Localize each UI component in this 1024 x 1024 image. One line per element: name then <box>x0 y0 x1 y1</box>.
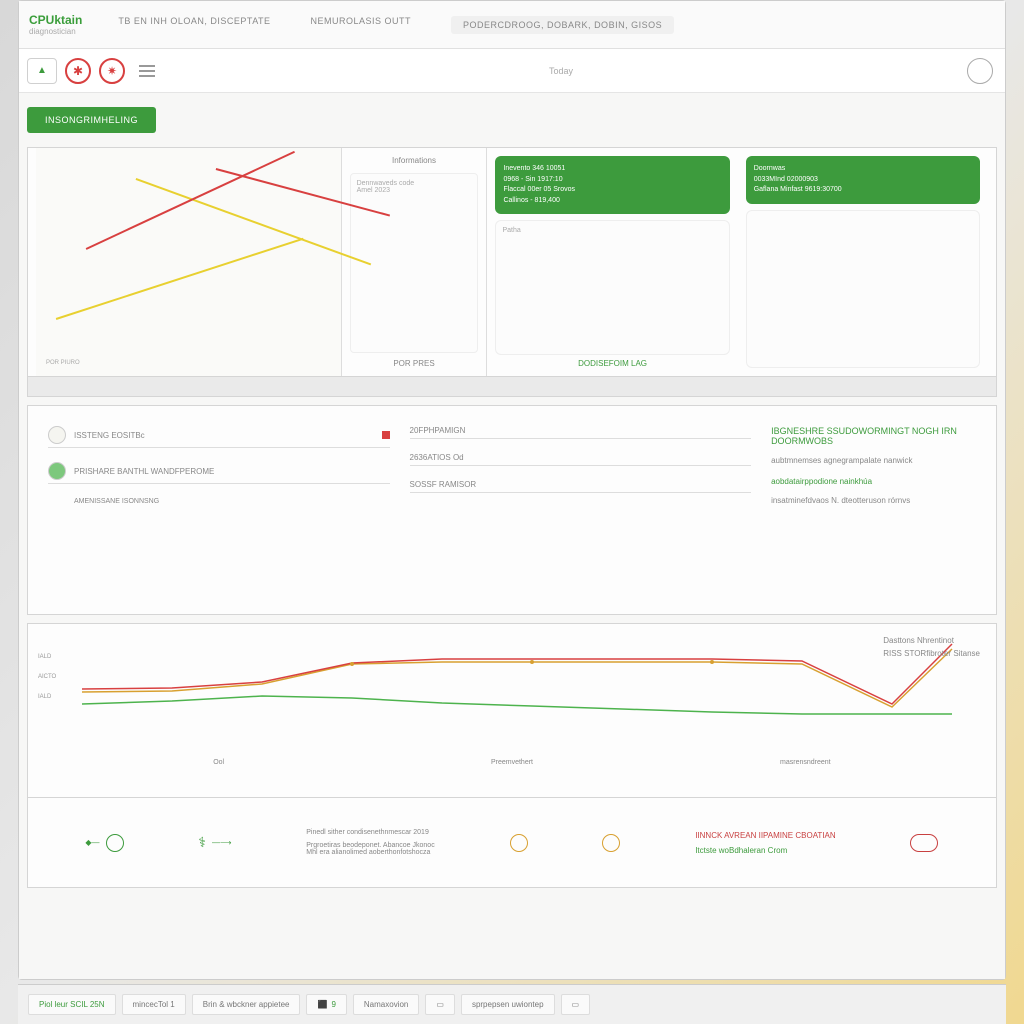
field-row-2: PRISHARE BANTHL WANDFPEROME <box>48 462 390 484</box>
toolbar: ▲ ✱ ✷ Today <box>19 49 1005 93</box>
content-area: INSONGRIMHELING POR PIURO Informations D… <box>19 93 1005 979</box>
chart-y-labels: IALD AICTO IALD <box>38 654 56 714</box>
field-icon-2 <box>48 462 66 480</box>
details-right-col: IBGNESHRE SSUDOWORMINGT NOGH IRN DOORMWO… <box>771 426 976 594</box>
profile-icon[interactable] <box>967 58 993 84</box>
metric-1-icon <box>106 834 124 852</box>
toolbar-home-button[interactable]: ▲ <box>27 58 57 84</box>
info-card-3: Doornwas 0033MInd 02000903 Gaflana Minfa… <box>738 148 988 376</box>
title-tab-1[interactable]: TB EN INH OLOAN, DISCEPTATE <box>118 16 270 34</box>
chart-svg <box>42 634 982 754</box>
menu-icon[interactable] <box>139 65 155 77</box>
details-left-col: ISSTENG EOSITBc PRISHARE BANTHL WANDFPER… <box>48 426 390 594</box>
field-icon-1 <box>48 426 66 444</box>
title-tab-3[interactable]: PODERCDROOG, DOBARK, DOBIN, GISOS <box>451 16 674 34</box>
taskbar-item-4[interactable]: ⬛ 9 <box>306 994 346 1015</box>
metric-icons-section: ◆— ⚕ —⟶ Pinedl sither condisenethnmescar… <box>27 798 997 888</box>
logo-block: CPUktain diagnostician <box>29 13 88 36</box>
overview-panels: POR PIURO Informations Dennwaveds code A… <box>27 147 997 377</box>
panel-footer-strip <box>27 377 997 397</box>
taskbar-item-2[interactable]: mincecTol 1 <box>122 994 186 1015</box>
cfield-3: SOSSF RAMISOR <box>410 480 752 493</box>
taskbar-item-8[interactable]: ▭ <box>561 994 591 1015</box>
status-dot-red <box>382 431 390 439</box>
app-subtitle: diagnostician <box>29 27 88 36</box>
map-route-red2 <box>86 151 295 250</box>
metric-text-block: Pinedl sither condisenethnmescar 2019 Pr… <box>306 829 434 856</box>
alert-icon[interactable]: ✱ <box>65 58 91 84</box>
info-card-2: Inevento 346 10051 0968 - Sin 1917:10 Fl… <box>487 148 737 376</box>
primary-action-button[interactable]: INSONGRIMHELING <box>27 107 156 133</box>
chart-section: Dasttons Nhrentinot RISS STORfibroter Si… <box>27 623 997 798</box>
card1-footer: POR PRES <box>350 359 479 368</box>
metric-1[interactable]: ◆— <box>85 834 123 852</box>
map-route-yellow <box>136 178 371 265</box>
card2-footer: DODISEFOIM LAG <box>495 359 729 368</box>
legend-item-1: Dasttons Nhrentinot <box>883 636 980 645</box>
chart-legend: Dasttons Nhrentinot RISS STORfibroter Si… <box>883 636 980 662</box>
app-window: CPUktain diagnostician TB EN INH OLOAN, … <box>18 0 1006 980</box>
card3-lower <box>746 210 980 369</box>
taskbar-item-1[interactable]: Piol leur SCIL 25N <box>28 994 116 1015</box>
toolbar-center-label: Today <box>163 66 959 76</box>
chart-x-labels: Ool Preemvethert masrensndreent <box>42 759 982 766</box>
taskbar: Piol leur SCIL 25N mincecTol 1 Brin & wb… <box>18 984 1006 1024</box>
taskbar-item-3[interactable]: Brin & wbckner appietee <box>192 994 301 1015</box>
cfield-2: 2636ATIOS Od <box>410 453 752 466</box>
map-scale: POR PIURO <box>46 360 80 366</box>
metric-4-icon[interactable] <box>602 834 620 852</box>
details-center-col: 20FPHPAMIGN 2636ATIOS Od SOSSF RAMISOR <box>410 426 752 594</box>
taskbar-item-6[interactable]: ▭ <box>425 994 455 1015</box>
taskbar-item-7[interactable]: sprpepsen uwiontep <box>461 994 555 1015</box>
toggle-icon[interactable] <box>910 834 938 852</box>
metric-right-text: IINNCK AVREAN IIPAMINE CBOATIAN Itctste … <box>695 831 835 855</box>
title-tabs: TB EN INH OLOAN, DISCEPTATE NEMUROLASIS … <box>118 16 995 34</box>
metric-3-icon[interactable] <box>510 834 528 852</box>
field-row-1: ISSTENG EOSITBc <box>48 426 390 448</box>
card2-lower: Patha <box>495 220 729 355</box>
map-route-yellow2 <box>56 238 304 320</box>
title-tab-2[interactable]: NEMUROLASIS OUTT <box>311 16 412 34</box>
card3-greenbox: Doornwas 0033MInd 02000903 Gaflana Minfa… <box>746 156 980 204</box>
details-section: ISSTENG EOSITBc PRISHARE BANTHL WANDFPER… <box>27 405 997 615</box>
card2-greenbox: Inevento 346 10051 0968 - Sin 1917:10 Fl… <box>495 156 729 214</box>
app-logo: CPUktain <box>29 13 82 27</box>
metric-2[interactable]: ⚕ —⟶ <box>198 834 231 851</box>
field-sub: AMENISSANE ISONNSNG <box>74 498 390 505</box>
titlebar: CPUktain diagnostician TB EN INH OLOAN, … <box>19 1 1005 49</box>
warning-icon[interactable]: ✷ <box>99 58 125 84</box>
cfield-1: 20FPHPAMIGN <box>410 426 752 439</box>
map-panel[interactable]: POR PIURO <box>36 148 342 376</box>
taskbar-item-5[interactable]: Namaxovion <box>353 994 419 1015</box>
legend-item-2: RISS STORfibroter Sitanse <box>883 649 980 658</box>
card1-header: Informations <box>350 156 479 165</box>
